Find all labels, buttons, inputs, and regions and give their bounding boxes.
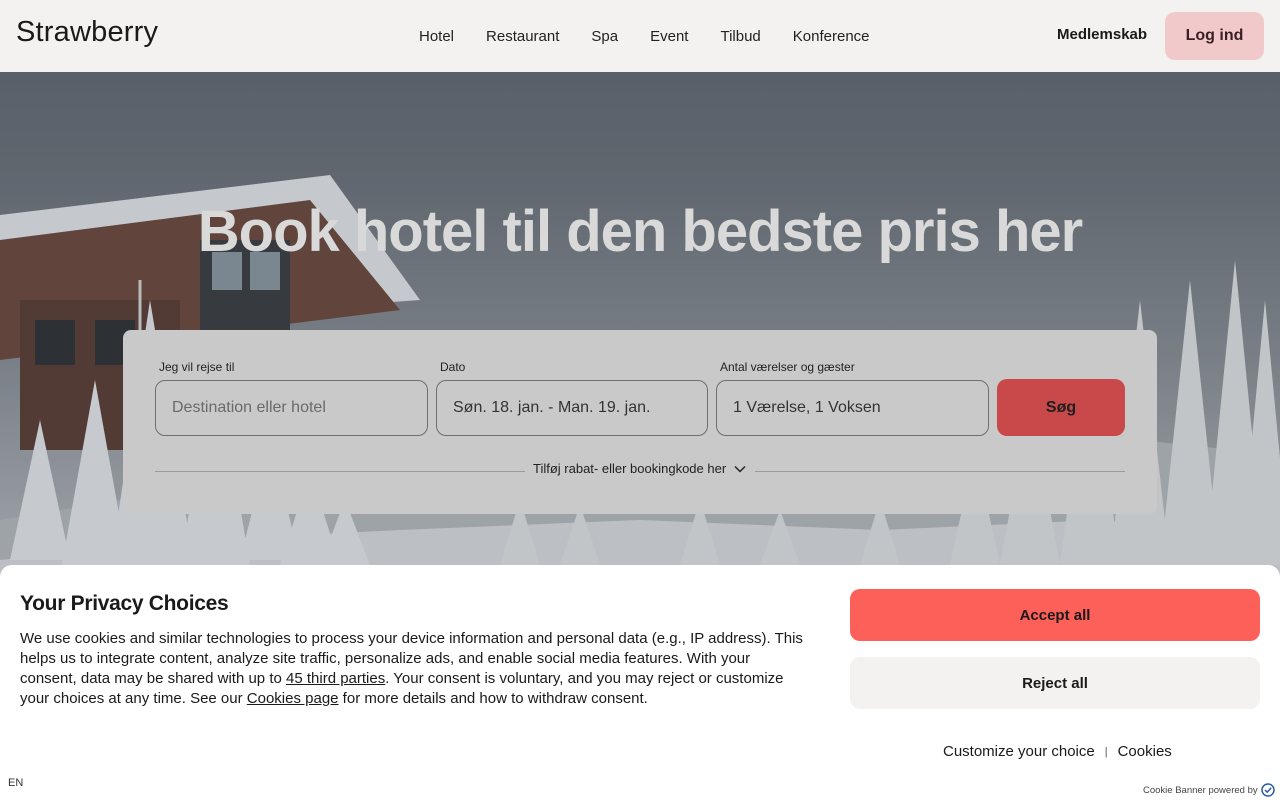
discount-code-toggle[interactable]: Tilføj rabat- eller bookingkode her	[533, 461, 747, 476]
cookies-page-link[interactable]: Cookies page	[247, 690, 339, 707]
reject-all-button[interactable]: Reject all	[850, 657, 1260, 709]
strawberry-logo[interactable]: Strawberry	[16, 16, 158, 49]
nav-item-spa[interactable]: Spa	[575, 28, 634, 45]
cookie-title: Your Privacy Choices	[20, 592, 229, 615]
cookie-text-part3: for more details and how to withdraw con…	[338, 690, 648, 707]
guests-label: Antal værelser og gæster	[720, 360, 855, 374]
powered-by-text: Cookie Banner powered by	[1143, 784, 1258, 796]
nav-item-konference[interactable]: Konference	[777, 28, 886, 45]
chevron-down-icon	[734, 465, 746, 473]
third-parties-link[interactable]: 45 third parties	[286, 670, 385, 687]
date-field[interactable]: Søn. 18. jan. - Man. 19. jan.	[436, 380, 708, 436]
login-button[interactable]: Log ind	[1165, 12, 1264, 60]
destination-input[interactable]	[172, 399, 411, 417]
search-button[interactable]: Søg	[997, 379, 1125, 436]
cookie-footer-links: Customize your choice | Cookies	[943, 743, 1172, 760]
booking-widget: Jeg vil rejse til Dato Søn. 18. jan. - M…	[123, 330, 1157, 514]
accept-all-button[interactable]: Accept all	[850, 589, 1260, 641]
nav-item-event[interactable]: Event	[634, 28, 704, 45]
main-nav: Hotel Restaurant Spa Event Tilbud Konfer…	[403, 0, 886, 72]
site-header: Strawberry Hotel Restaurant Spa Event Ti…	[0, 0, 1280, 72]
divider-right	[755, 471, 1125, 472]
language-switch[interactable]: EN	[8, 777, 23, 789]
nav-item-restaurant[interactable]: Restaurant	[470, 28, 575, 45]
cookie-banner: Your Privacy Choices We use cookies and …	[0, 565, 1280, 800]
destination-field[interactable]	[155, 380, 428, 436]
destination-label: Jeg vil rejse til	[159, 360, 235, 374]
nav-item-hotel[interactable]: Hotel	[403, 28, 470, 45]
date-label: Dato	[440, 360, 466, 374]
guests-field[interactable]: 1 Værelse, 1 Voksen	[716, 380, 989, 436]
discount-code-label: Tilføj rabat- eller bookingkode her	[533, 461, 727, 476]
cookies-link[interactable]: Cookies	[1118, 743, 1172, 760]
hero-headline: Book hotel til den bedste pris her	[197, 199, 1083, 264]
guests-value: 1 Værelse, 1 Voksen	[733, 399, 881, 416]
divider-left	[155, 471, 525, 472]
date-value: Søn. 18. jan. - Man. 19. jan.	[453, 399, 651, 416]
customize-choice-link[interactable]: Customize your choice	[943, 743, 1095, 760]
powered-by[interactable]: Cookie Banner powered by	[1143, 783, 1275, 797]
link-separator: |	[1104, 745, 1108, 758]
membership-link[interactable]: Medlemskab	[1057, 26, 1147, 43]
nav-item-tilbud[interactable]: Tilbud	[704, 28, 776, 45]
usercentrics-logo-icon	[1260, 783, 1275, 797]
cookie-description: We use cookies and similar technologies …	[20, 629, 810, 709]
